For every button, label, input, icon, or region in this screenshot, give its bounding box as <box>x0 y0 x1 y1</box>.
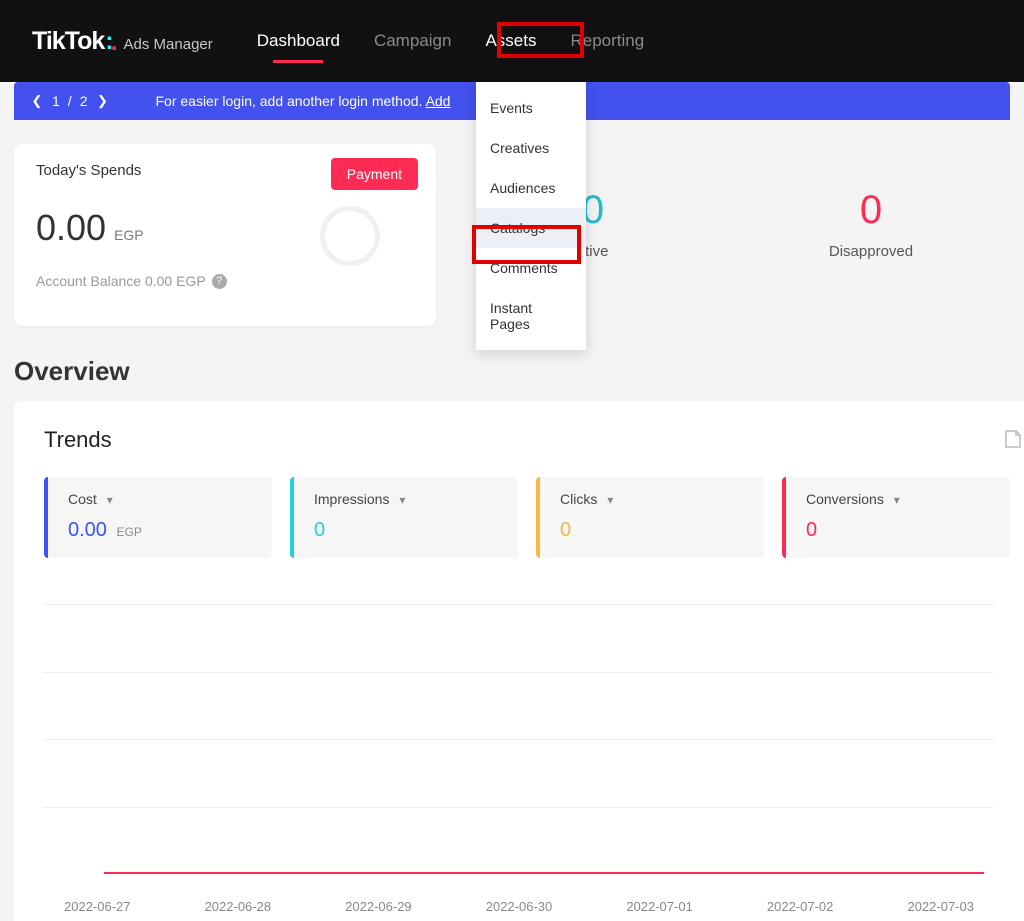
dd-catalogs[interactable]: Catalogs <box>476 208 586 248</box>
brand-logo: TikTok <box>32 27 104 56</box>
metric-cost[interactable]: Cost ▾ 0.00 EGP <box>44 477 272 558</box>
nav-campaign[interactable]: Campaign <box>374 25 452 57</box>
spend-currency: EGP <box>114 227 144 243</box>
status-disapproved-col: 0 Disapproved <box>732 144 1010 326</box>
spend-card: Today's Spends Payment 0.00 EGP Account … <box>14 144 436 326</box>
nav-items: Dashboard Campaign Assets Reporting <box>257 25 678 57</box>
notice-add-link[interactable]: Add <box>426 93 451 109</box>
metric-clicks-label: Clicks <box>560 491 597 507</box>
dd-comments[interactable]: Comments <box>476 248 586 288</box>
export-icon[interactable] <box>1004 429 1022 454</box>
chevron-down-icon: ▾ <box>107 493 113 507</box>
nav-reporting[interactable]: Reporting <box>570 25 644 57</box>
dd-instant-pages[interactable]: Instant Pages <box>476 288 586 344</box>
nav-assets[interactable]: Assets <box>485 25 536 57</box>
notice-page-cur: 1 <box>52 93 60 109</box>
metric-clicks-value: 0 <box>560 519 748 542</box>
metric-impressions-value: 0 <box>314 519 502 542</box>
metric-clicks[interactable]: Clicks ▾ 0 <box>536 477 764 558</box>
status-disapproved-label: Disapproved <box>732 243 1010 260</box>
nav-dashboard[interactable]: Dashboard <box>257 25 340 57</box>
balance-label: Account Balance 0.00 EGP <box>36 273 206 289</box>
metric-cost-currency: EGP <box>117 525 142 539</box>
chart-gridlines <box>44 604 994 874</box>
metric-clicks-title: Clicks ▾ <box>560 491 748 507</box>
metric-conversions-title: Conversions ▾ <box>806 491 994 507</box>
notice-page-total: 2 <box>80 93 88 109</box>
metric-conversions-label: Conversions <box>806 491 884 507</box>
trends-card: Trends Cost ▾ 0.00 EGP Impressions ▾ 0 C… <box>14 401 1024 921</box>
status-disapproved-value: 0 <box>732 188 1010 233</box>
metric-impressions-title: Impressions ▾ <box>314 491 502 507</box>
notice-message: For easier login, add another login meth… <box>155 93 450 109</box>
brand-sub: Ads Manager <box>124 36 213 53</box>
chevron-down-icon: ▾ <box>894 493 900 507</box>
dd-events[interactable]: Events <box>476 88 586 128</box>
trends-heading: Trends <box>44 427 1024 453</box>
help-icon[interactable]: ? <box>212 274 227 289</box>
metric-cost-value-row: 0.00 EGP <box>68 519 256 542</box>
metric-row: Cost ▾ 0.00 EGP Impressions ▾ 0 Clicks ▾… <box>44 477 1010 558</box>
metric-cost-value: 0.00 <box>68 519 107 541</box>
dd-creatives[interactable]: Creatives <box>476 128 586 168</box>
payment-button[interactable]: Payment <box>331 158 418 190</box>
dd-audiences[interactable]: Audiences <box>476 168 586 208</box>
top-nav: TikTok : . Ads Manager Dashboard Campaig… <box>0 0 1024 82</box>
metric-impressions-label: Impressions <box>314 491 389 507</box>
trend-chart: 2022-06-27 2022-06-28 2022-06-29 2022-06… <box>44 604 994 914</box>
balance-row: Account Balance 0.00 EGP ? <box>36 273 414 289</box>
chart-series-line <box>104 872 984 874</box>
prev-arrow-icon[interactable]: ❮ <box>26 93 48 109</box>
metric-conversions[interactable]: Conversions ▾ 0 <box>782 477 1010 558</box>
spend-ring-icon <box>320 206 380 266</box>
metric-impressions[interactable]: Impressions ▾ 0 <box>290 477 518 558</box>
chevron-down-icon: ▾ <box>607 493 613 507</box>
brand: TikTok : . Ads Manager <box>32 27 213 56</box>
overview-heading: Overview <box>14 356 1024 387</box>
metric-cost-label: Cost <box>68 491 97 507</box>
spend-value: 0.00 <box>36 207 106 249</box>
metric-cost-title: Cost ▾ <box>68 491 256 507</box>
metric-conversions-value: 0 <box>806 519 994 542</box>
notice-page-sep: / <box>68 93 72 109</box>
assets-dropdown: Events Creatives Audiences Catalogs Comm… <box>476 82 586 350</box>
notice-text: For easier login, add another login meth… <box>155 93 422 109</box>
brand-accent-icon: . <box>111 28 118 57</box>
next-arrow-icon[interactable]: ❯ <box>91 93 113 109</box>
chevron-down-icon: ▾ <box>399 493 405 507</box>
